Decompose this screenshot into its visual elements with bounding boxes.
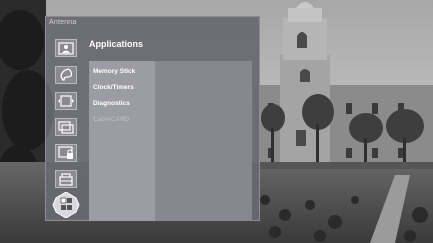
sound-icon[interactable] (55, 66, 77, 84)
settings-menu: Antenna Applications Memory Stick Clock/… (45, 16, 260, 221)
list-item-memory-stick[interactable]: Memory Stick (93, 68, 135, 75)
list-item-diagnostics[interactable]: Diagnostics (93, 100, 130, 107)
category-rail (52, 37, 80, 219)
applications-icon[interactable] (52, 192, 80, 218)
parental-lock-icon[interactable] (55, 144, 77, 162)
list-item-clock-timers[interactable]: Clock/Timers (93, 84, 134, 91)
screen-icon[interactable] (55, 92, 77, 110)
picture-icon[interactable] (55, 39, 77, 57)
channel-icon[interactable] (55, 118, 77, 136)
input-label: Antenna (49, 19, 77, 26)
options-list: Memory Stick Clock/Timers Diagnostics Ca… (89, 61, 155, 221)
options-panel: Memory Stick Clock/Timers Diagnostics Ca… (89, 61, 252, 221)
setup-icon[interactable] (55, 170, 77, 188)
list-item-cablecard: CableCARD (93, 116, 130, 123)
section-title: Applications (89, 39, 144, 49)
